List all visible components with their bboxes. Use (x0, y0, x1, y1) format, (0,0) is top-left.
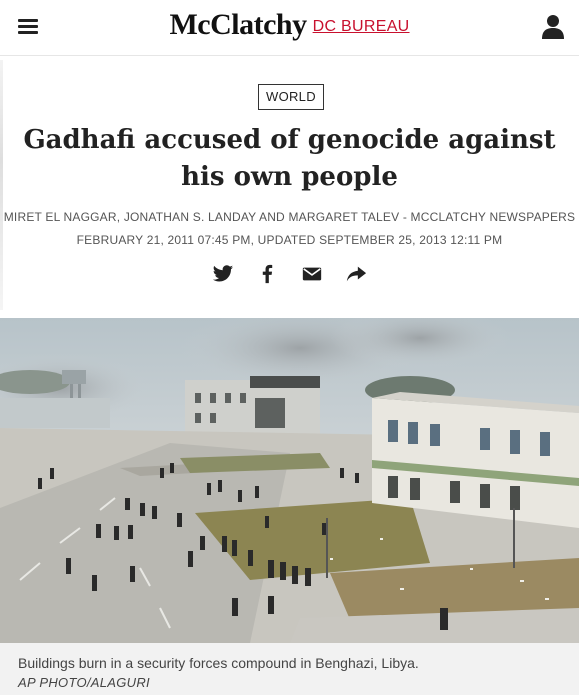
share-bar (0, 263, 579, 285)
user-icon[interactable] (541, 14, 565, 40)
section-tag[interactable]: WORLD (258, 84, 324, 110)
photo-caption: Buildings burn in a security forces comp… (18, 655, 419, 671)
site-header: McClatchy DC BUREAU (0, 0, 579, 56)
article-photo (0, 318, 579, 643)
facebook-icon[interactable] (256, 263, 278, 285)
article-headline: Gadhafi accused of genocide against his … (23, 125, 556, 192)
article-dateline: FEBRUARY 21, 2011 07:45 PM, UPDATED SEPT… (76, 233, 503, 247)
share-arrow-icon[interactable] (345, 263, 367, 285)
photo-caption-area: Buildings burn in a security forces comp… (0, 643, 579, 695)
email-icon[interactable] (301, 263, 323, 285)
article-byline: MIRET EL NAGGAR, JONATHAN S. LANDAY AND … (3, 210, 576, 224)
site-logo[interactable]: McClatchy DC BUREAU (0, 8, 579, 42)
twitter-icon[interactable] (212, 263, 234, 285)
photo-credit: AP PHOTO/ALAGURI (18, 675, 150, 690)
brand-name: McClatchy (169, 8, 307, 41)
bureau-link[interactable]: DC BUREAU (313, 18, 410, 35)
